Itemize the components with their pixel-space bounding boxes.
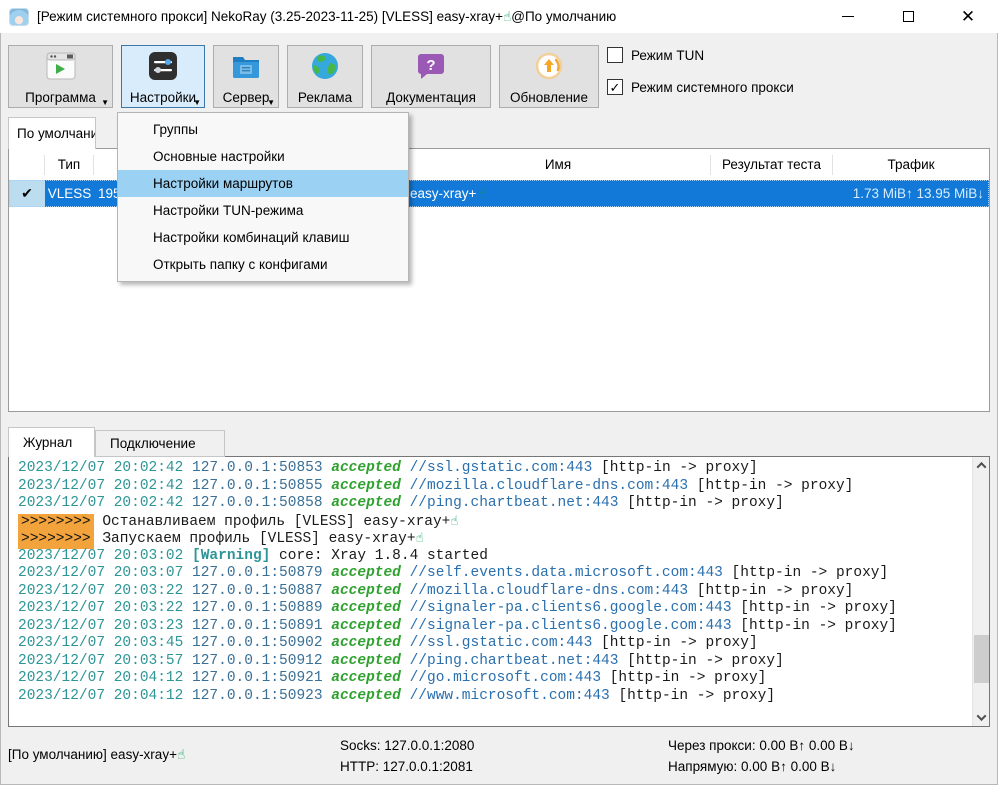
maximize-button[interactable]: [888, 0, 928, 33]
server-row-type: VLESS: [45, 180, 94, 207]
toolbar: Программа ▼ Настройки ▼ Сервер: [8, 45, 599, 108]
close-button[interactable]: ✕: [948, 0, 988, 33]
column-header-traffic[interactable]: Трафик: [833, 155, 989, 175]
log-line: 2023/12/07 20:03:22 127.0.0.1:50889 acce…: [18, 600, 989, 618]
status-direct: Напрямую: 0.00 B↑ 0.00 B↓: [668, 756, 855, 777]
program-button-label: Программа: [25, 90, 96, 105]
status-via-proxy: Через прокси: 0.00 B↑ 0.00 B↓: [668, 735, 855, 756]
server-row-checkmark: ✔: [9, 180, 45, 207]
log-tabs: Журнал Подключение: [8, 427, 225, 457]
log-lines: 2023/12/07 20:02:42 127.0.0.1:50853 acce…: [9, 457, 989, 705]
ads-button-label: Реклама: [298, 90, 352, 105]
status-traffic-counters: Через прокси: 0.00 B↑ 0.00 B↓ Напрямую: …: [668, 735, 855, 777]
column-header-test-result[interactable]: Результат теста: [711, 155, 833, 175]
server-row-traffic: 1.73 MiB↑ 13.95 MiB↓: [833, 180, 989, 207]
column-header-name[interactable]: Имя: [406, 155, 711, 175]
window-title: [Режим системного прокси] NekoRay (3.25-…: [37, 9, 616, 25]
status-http: HTTP: 127.0.0.1:2081: [340, 756, 474, 777]
update-arrow-icon: [533, 50, 565, 82]
column-header-type[interactable]: Тип: [45, 155, 94, 175]
log-line: 2023/12/07 20:02:42 127.0.0.1:50858 acce…: [18, 495, 989, 513]
server-row-test-result: [711, 180, 833, 207]
hand-cursor-icon: ☝: [416, 531, 424, 546]
mode-checkboxes: Режим TUN ✓ Режим системного прокси: [607, 47, 794, 95]
settings-menu: ГруппыОсновные настройкиНастройки маршру…: [117, 112, 409, 282]
dropdown-arrow-icon: ▼: [267, 99, 275, 107]
log-scrollbar[interactable]: [972, 457, 989, 726]
dropdown-arrow-icon: ▼: [193, 99, 201, 107]
log-line: >>>>>>>> Запускаем профиль [VLESS] easy-…: [18, 530, 989, 548]
minimize-button[interactable]: [828, 0, 868, 33]
log-line: 2023/12/07 20:04:12 127.0.0.1:50923 acce…: [18, 688, 989, 706]
menu-item-4[interactable]: Настройки комбинаций клавиш: [118, 224, 408, 251]
log-panel: 2023/12/07 20:02:42 127.0.0.1:50853 acce…: [8, 456, 990, 727]
documentation-button[interactable]: ? Документация: [371, 45, 491, 108]
menu-item-0[interactable]: Группы: [118, 116, 408, 143]
menu-item-1[interactable]: Основные настройки: [118, 143, 408, 170]
hand-cursor-icon: ☝: [450, 514, 458, 529]
log-line: >>>>>>>> Останавливаем профиль [VLESS] e…: [18, 513, 989, 531]
server-folder-icon: [230, 50, 262, 82]
server-row-name: easy-xray+☝: [406, 180, 711, 207]
log-line: 2023/12/07 20:03:02 [Warning] core: Xray…: [18, 548, 989, 566]
settings-sliders-icon: [147, 50, 179, 82]
tun-mode-checkbox-label: Режим TUN: [631, 48, 704, 63]
tab-connections[interactable]: Подключение: [95, 430, 225, 457]
app-logo-icon: [9, 8, 29, 26]
log-line: 2023/12/07 20:02:42 127.0.0.1:50855 acce…: [18, 478, 989, 496]
hand-cursor-icon: ☝: [478, 186, 486, 202]
hand-cursor-icon: ☝: [177, 747, 185, 763]
settings-button-label: Настройки: [130, 90, 196, 105]
ads-button[interactable]: Реклама: [287, 45, 363, 108]
log-line: 2023/12/07 20:03:07 127.0.0.1:50879 acce…: [18, 565, 989, 583]
question-bubble-icon: ?: [415, 50, 447, 82]
dropdown-arrow-icon: ▼: [101, 99, 109, 107]
log-line: 2023/12/07 20:03:22 127.0.0.1:50887 acce…: [18, 583, 989, 601]
globe-icon: [309, 50, 341, 82]
log-line: 2023/12/07 20:03:23 127.0.0.1:50891 acce…: [18, 618, 989, 636]
log-line: 2023/12/07 20:02:42 127.0.0.1:50853 acce…: [18, 460, 989, 478]
title-bar: [Режим системного прокси] NekoRay (3.25-…: [0, 0, 998, 33]
status-bar: [По умолчанию] easy-xray+☝ Socks: 127.0.…: [0, 727, 998, 785]
svg-text:?: ?: [426, 57, 435, 74]
update-button[interactable]: Обновление: [499, 45, 599, 108]
program-button[interactable]: Программа ▼: [8, 45, 113, 108]
group-tab-default[interactable]: По умолчанию: [8, 117, 96, 149]
documentation-button-label: Документация: [386, 90, 476, 105]
menu-item-3[interactable]: Настройки TUN-режима: [118, 197, 408, 224]
log-line: 2023/12/07 20:03:57 127.0.0.1:50912 acce…: [18, 653, 989, 671]
tun-mode-checkbox-box[interactable]: [607, 47, 623, 63]
scrollbar-thumb[interactable]: [974, 635, 989, 683]
server-button[interactable]: Сервер ▼: [213, 45, 279, 108]
scroll-down-icon[interactable]: [973, 709, 990, 726]
column-header-check[interactable]: [9, 155, 45, 175]
tun-mode-checkbox[interactable]: Режим TUN: [607, 47, 794, 63]
scroll-up-icon[interactable]: [973, 457, 990, 474]
status-socks: Socks: 127.0.0.1:2080: [340, 735, 474, 756]
program-window-icon: [45, 50, 77, 82]
update-button-label: Обновление: [510, 90, 588, 105]
settings-button[interactable]: Настройки ▼: [121, 45, 205, 108]
log-line: 2023/12/07 20:03:45 127.0.0.1:50902 acce…: [18, 635, 989, 653]
system-proxy-checkbox-label: Режим системного прокси: [631, 80, 794, 95]
server-button-label: Сервер: [223, 90, 270, 105]
menu-item-5[interactable]: Открыть папку с конфигами: [118, 251, 408, 278]
log-line: 2023/12/07 20:04:12 127.0.0.1:50921 acce…: [18, 670, 989, 688]
tab-log[interactable]: Журнал: [8, 427, 95, 457]
status-active-profile: [По умолчанию] easy-xray+☝: [8, 747, 185, 763]
menu-item-2[interactable]: Настройки маршрутов: [118, 170, 408, 197]
system-proxy-checkbox[interactable]: ✓ Режим системного прокси: [607, 79, 794, 95]
system-proxy-checkbox-box[interactable]: ✓: [607, 79, 623, 95]
status-proxy-addresses: Socks: 127.0.0.1:2080 HTTP: 127.0.0.1:20…: [340, 735, 474, 777]
